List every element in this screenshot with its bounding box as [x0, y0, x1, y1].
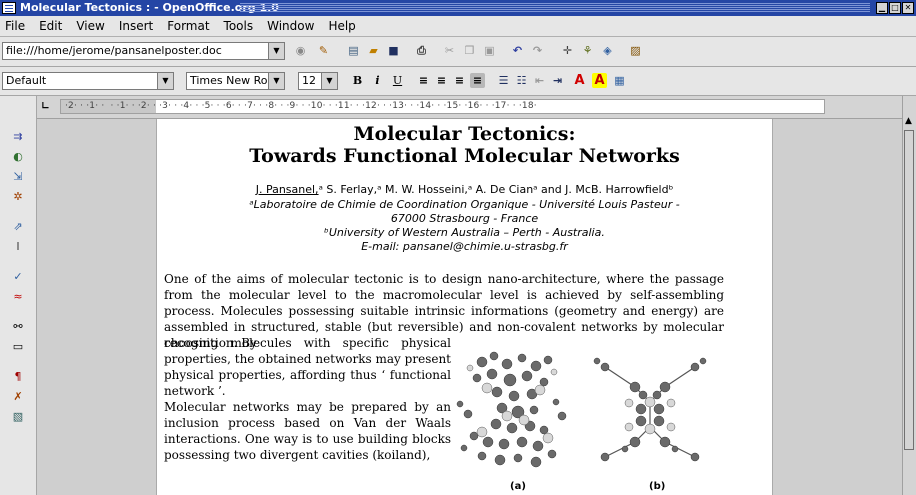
- menu-insert[interactable]: Insert: [114, 19, 162, 33]
- new-document-icon[interactable]: ▤: [346, 43, 361, 58]
- align-left-icon[interactable]: ≡: [416, 73, 431, 88]
- insert-icon[interactable]: ⇉: [10, 130, 26, 144]
- spellcheck-icon[interactable]: ✓: [10, 270, 26, 284]
- decrease-indent-icon[interactable]: ⇤: [532, 73, 547, 88]
- scrollbar-thumb[interactable]: [904, 130, 914, 450]
- title-bar: Molecular Tectonics : - OpenOffice.org 1…: [0, 0, 916, 16]
- menu-file[interactable]: File: [0, 19, 34, 33]
- italic-button[interactable]: i: [370, 73, 385, 88]
- font-color-button[interactable]: A: [572, 73, 587, 88]
- ruler-bar: ▦ ∟ ·2· · ·1· · · ·1· · ·2· · ·3· · ·4· …: [0, 96, 916, 119]
- figure-caption-a: (a): [510, 481, 526, 492]
- tab-stop-icon[interactable]: ∟: [38, 99, 53, 114]
- font-size-combo[interactable]: 12 ▼: [298, 72, 338, 90]
- font-size-value: 12: [302, 74, 316, 87]
- menu-view[interactable]: View: [71, 19, 113, 33]
- numbering-icon[interactable]: ☰: [496, 73, 511, 88]
- affiliation-a-city: 67000 Strasbourg - France: [390, 212, 539, 225]
- nonprinting-characters-icon[interactable]: ¶: [10, 370, 26, 384]
- bullets-icon[interactable]: ☷: [514, 73, 529, 88]
- paragraph-functional: choosing molecules with specific physica…: [164, 336, 451, 398]
- paragraph-inclusion: Molecular networks may be prepared by an…: [164, 400, 451, 462]
- horizontal-ruler[interactable]: ·2· · ·1· · · ·1· · ·2· · ·3· · ·4· · ·5…: [60, 99, 825, 114]
- menu-edit[interactable]: Edit: [34, 19, 71, 33]
- copy-icon[interactable]: ❐: [462, 43, 477, 58]
- molecule-figure-b: [593, 357, 707, 462]
- maximize-button[interactable]: □: [889, 2, 901, 14]
- affiliation-b: ᵇUniversity of Western Australia – Perth…: [324, 226, 605, 239]
- menu-help[interactable]: Help: [323, 19, 364, 33]
- chevron-down-icon[interactable]: ▼: [157, 73, 173, 89]
- doc-title-line2: Towards Functional Molecular Networks: [249, 145, 680, 167]
- highlight-button[interactable]: A: [592, 73, 607, 88]
- open-folder-icon[interactable]: ▰: [366, 43, 381, 58]
- stop-load-icon[interactable]: ◉: [293, 43, 308, 58]
- data-source-icon[interactable]: ▭: [10, 340, 26, 354]
- doc-title-line1: Molecular Tectonics:: [353, 123, 576, 145]
- bold-button[interactable]: B: [350, 73, 365, 88]
- text-cursor-icon[interactable]: Ι: [10, 240, 26, 254]
- authors-line: J. Pansanel,ᵃ S. Ferlay,ᵃ M. W. Hosseini…: [157, 183, 772, 196]
- menu-window[interactable]: Window: [262, 19, 323, 33]
- main-toolbar: ⇉ ◐ ⇲ ✲ ⇗ Ι ✓ ≈ ⚯ ▭ ¶ ✗ ▧: [0, 96, 37, 495]
- affiliation-a: ᵃLaboratoire de Chimie de Coordination O…: [249, 198, 680, 211]
- insert-fields-icon[interactable]: ◐: [10, 150, 26, 164]
- online-layout-icon[interactable]: ▧: [10, 410, 26, 424]
- undo-icon[interactable]: ↶: [510, 43, 525, 58]
- cut-icon[interactable]: ✂: [442, 43, 457, 58]
- navigator-icon[interactable]: ✛: [560, 43, 575, 58]
- minimize-button[interactable]: ▁: [876, 2, 888, 14]
- paragraph-style-combo[interactable]: Default ▼: [2, 72, 174, 90]
- vertical-scrollbar[interactable]: ▲: [902, 96, 916, 495]
- font-name-combo[interactable]: Times New Rom ▼: [186, 72, 285, 90]
- print-icon[interactable]: ⎙: [414, 43, 429, 58]
- figure-caption-b: (b): [649, 481, 666, 492]
- co-authors: ᵃ S. Ferlay,ᵃ M. W. Hosseini,ᵃ A. De Cia…: [318, 183, 674, 196]
- align-right-icon[interactable]: ≡: [452, 73, 467, 88]
- redo-icon[interactable]: ↷: [530, 43, 545, 58]
- edit-file-icon[interactable]: ✎: [316, 43, 331, 58]
- close-button[interactable]: ✕: [902, 2, 914, 14]
- justify-icon[interactable]: ≡: [470, 73, 485, 88]
- paragraph-style-value: Default: [6, 74, 47, 87]
- draw-functions-icon[interactable]: ✲: [10, 190, 26, 204]
- chevron-down-icon[interactable]: ▼: [268, 73, 284, 89]
- molecule-figure-a: [456, 351, 567, 468]
- ruler-scale: ·2· · ·1· · · ·1· · ·2· · ·3· · ·4· · ·5…: [65, 101, 537, 111]
- menu-tools[interactable]: Tools: [219, 19, 263, 33]
- menu-format[interactable]: Format: [162, 19, 218, 33]
- chevron-down-icon[interactable]: ▼: [321, 73, 337, 89]
- url-combo[interactable]: file:///home/jerome/pansanelposter.doc ▼: [2, 42, 285, 60]
- paste-icon[interactable]: ▣: [482, 43, 497, 58]
- data-sources-icon[interactable]: ◈: [600, 43, 615, 58]
- autotext-icon[interactable]: ⇗: [10, 220, 26, 234]
- font-name-value: Times New Rom: [190, 74, 279, 87]
- underline-button[interactable]: U: [390, 73, 405, 88]
- title-bar-stripes: [240, 3, 870, 13]
- scroll-up-icon[interactable]: ▲: [905, 116, 912, 126]
- background-color-icon[interactable]: ▦: [612, 73, 627, 88]
- save-icon[interactable]: ■: [386, 43, 401, 58]
- find-replace-icon[interactable]: ⚯: [10, 320, 26, 334]
- graphics-off-icon[interactable]: ✗: [10, 390, 26, 404]
- contact-email: E-mail: pansanel@chimie.u-strasbg.fr: [361, 240, 568, 253]
- document-page[interactable]: Molecular Tectonics: Towards Functional …: [156, 119, 773, 495]
- gallery-icon[interactable]: ▨: [628, 43, 643, 58]
- align-center-icon[interactable]: ≡: [434, 73, 449, 88]
- menu-bar: File Edit View Insert Format Tools Windo…: [0, 16, 916, 37]
- window-menu-icon[interactable]: [2, 2, 16, 14]
- autospellcheck-icon[interactable]: ≈: [10, 290, 26, 304]
- stylist-icon[interactable]: ⚘: [580, 43, 595, 58]
- document-area: Molecular Tectonics: Towards Functional …: [37, 119, 903, 495]
- increase-indent-icon[interactable]: ⇥: [550, 73, 565, 88]
- url-value: file:///home/jerome/pansanelposter.doc: [6, 44, 222, 57]
- chevron-down-icon[interactable]: ▼: [268, 43, 284, 59]
- presenting-author: J. Pansanel,: [255, 183, 319, 196]
- formatting-toolbar: Default ▼ Times New Rom ▼ 12 ▼ B i U ≡ ≡…: [0, 67, 916, 96]
- function-toolbar: file:///home/jerome/pansanelposter.doc ▼…: [0, 37, 916, 67]
- form-controls-icon[interactable]: ⇲: [10, 170, 26, 184]
